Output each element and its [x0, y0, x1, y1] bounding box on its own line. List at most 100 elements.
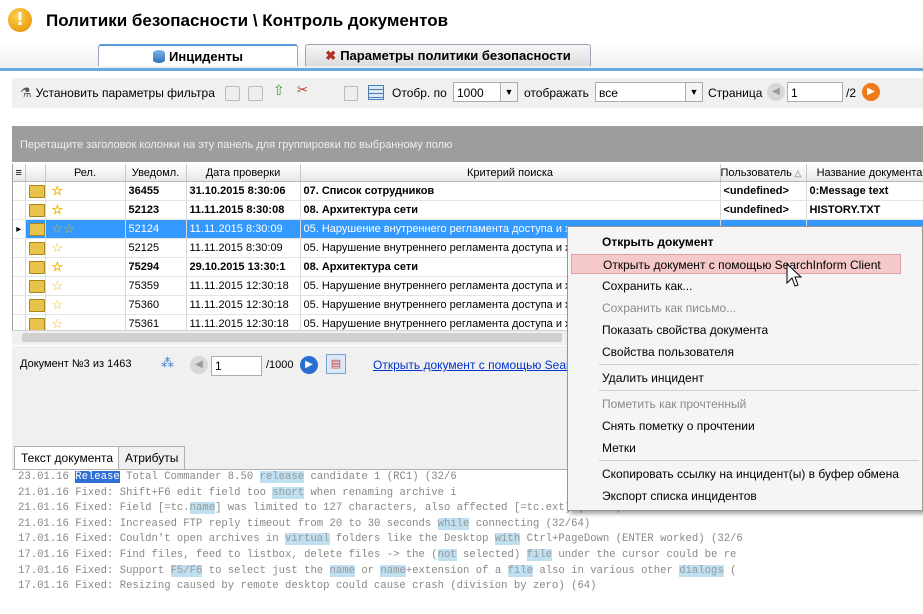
folder-icon — [25, 314, 46, 330]
menu-item[interactable]: Сохранить как... — [571, 276, 901, 296]
header-user[interactable]: Пользователь △ — [720, 164, 807, 182]
menu-item[interactable]: Открыть документ — [571, 232, 901, 252]
page-input[interactable]: 1 — [787, 82, 843, 102]
document-total: /1000 — [266, 359, 294, 371]
relevance-cell: ☆ — [45, 314, 126, 330]
set-filter-label: Установить параметры фильтра — [35, 86, 215, 100]
clear-filter-icon[interactable]: ✂ — [297, 82, 308, 98]
folder-icon — [25, 200, 46, 220]
table-row[interactable]: ☆ 52123 11.11.2015 8:30:08 08. Архитектура … — [13, 200, 923, 220]
prev-page-icon[interactable]: ◀ — [767, 83, 785, 101]
date-cell: 11.11.2015 8:30:09 — [186, 219, 301, 239]
document-name-cell-value: 0:Message text — [809, 185, 889, 197]
date-cell-value: 11.11.2015 12:30:18 — [189, 280, 289, 292]
header-search-criterion[interactable]: Критерий поиска — [300, 164, 721, 182]
group-icon[interactable]: ⁂ — [161, 355, 174, 371]
menu-item[interactable]: Экспорт списка инцидентов — [571, 486, 901, 506]
table-row[interactable]: ☆ 36455 31.10.2015 8:30:06 07. Список сотру… — [13, 181, 923, 201]
relevance-cell: ☆ — [45, 276, 126, 296]
folder-icon — [25, 181, 46, 201]
row-indicator: ▸ — [13, 219, 26, 239]
relevance-cell: ☆ — [45, 238, 126, 258]
column-chooser-icon[interactable]: ≡ — [13, 164, 26, 182]
date-cell: 31.10.2015 8:30:06 — [186, 181, 301, 201]
document-name-cell-value: HISTORY.TXT — [809, 204, 881, 216]
next-page-icon[interactable]: ▶ — [862, 83, 880, 101]
page-total: /2 — [846, 86, 857, 100]
notification-cell: 75294 — [125, 257, 187, 277]
notification-cell: 75360 — [125, 295, 187, 315]
load-filter-icon[interactable] — [225, 86, 240, 101]
chevron-down-icon: ▼ — [685, 83, 702, 101]
tab-attributes[interactable]: Атрибуты — [118, 446, 186, 469]
folder-icon — [25, 276, 46, 296]
header-relevance[interactable]: Рел. — [45, 164, 126, 182]
criterion-cell: 08. Архитектура сети — [300, 200, 721, 220]
document-text-line: 17.01.16 Fixed: Resizing caused by remot… — [18, 580, 597, 593]
set-filter-button[interactable]: ⚗ Установить параметры фильтра — [20, 83, 215, 103]
table-view-icon[interactable] — [368, 85, 384, 100]
document-number-input[interactable]: 1 — [211, 356, 262, 376]
folder-icon — [28, 241, 44, 255]
folder-icon — [25, 257, 46, 277]
criterion-cell-value: 05. Нарушение внутреннего регламента дос… — [303, 280, 577, 292]
menu-item: Пометить как прочтенный — [602, 397, 747, 411]
document-view-icon[interactable] — [344, 86, 358, 101]
notification-cell: 75361 — [125, 314, 187, 330]
menu-item[interactable]: Показать свойства документа — [571, 320, 901, 340]
criterion-cell-value: 08. Архитектура сети — [303, 204, 419, 216]
header-notification[interactable]: Уведомл. — [125, 164, 187, 182]
notification-cell: 36455 — [125, 181, 187, 201]
criterion-cell-value: 05. Нарушение внутреннего регламента дос… — [303, 242, 577, 254]
export-icon[interactable]: ⇧ — [273, 82, 285, 99]
relevance-cell-value: ☆ — [51, 258, 64, 274]
menu-item[interactable]: Свойства пользователя — [571, 342, 901, 362]
folder-icon — [28, 317, 44, 330]
tab-document-text[interactable]: Текст документа — [14, 446, 121, 469]
next-document-icon[interactable]: ▶ — [300, 356, 318, 374]
report-icon[interactable]: ▤ — [326, 354, 346, 374]
folder-icon — [25, 219, 46, 239]
date-cell-value: 11.11.2015 8:30:09 — [189, 223, 283, 235]
row-indicator — [13, 314, 26, 330]
date-cell: 11.11.2015 8:30:08 — [186, 200, 301, 220]
warning-icon: ! — [8, 8, 32, 32]
table-header-row: ≡ Рел. Уведомл. Дата проверки Критерий п… — [13, 164, 923, 182]
menu-item[interactable]: Открыть документ с помощью SearchInform … — [571, 254, 901, 274]
header-icon-column[interactable] — [25, 164, 46, 182]
relevance-cell: ☆ — [45, 257, 126, 277]
scrollbar-thumb[interactable] — [22, 333, 562, 342]
date-cell: 11.11.2015 12:30:18 — [186, 295, 301, 315]
menu-item[interactable]: Снять пометку о прочтении — [571, 416, 901, 436]
menu-item[interactable]: Метки — [571, 438, 901, 458]
row-indicator — [13, 200, 26, 220]
group-panel[interactable]: Перетащите заголовок колонки на эту пане… — [12, 126, 923, 162]
date-cell-value: 31.10.2015 8:30:06 — [189, 185, 286, 197]
tab-incidents[interactable]: Инциденты — [98, 44, 298, 66]
show-by-select[interactable]: 1000 ▼ — [453, 82, 518, 102]
group-panel-hint: Перетащите заголовок колонки на эту пане… — [20, 139, 453, 151]
display-select[interactable]: все ▼ — [595, 82, 703, 102]
prev-document-icon[interactable]: ◀ — [190, 356, 208, 374]
open-with-client-link[interactable]: Открыть документ с помощью Search — [373, 358, 583, 372]
notification-cell-value: 52125 — [128, 242, 160, 254]
page-input-value: 1 — [791, 86, 798, 100]
relevance-cell-value: ☆ — [51, 315, 64, 330]
date-cell-value: 11.11.2015 12:30:18 — [189, 299, 289, 311]
header-check-date[interactable]: Дата проверки — [186, 164, 301, 182]
save-filter-icon[interactable] — [248, 86, 263, 101]
document-text-line: 17.01.16 Fixed: Couldn't open archives i… — [18, 533, 743, 546]
chevron-down-icon: ▼ — [500, 83, 517, 101]
notification-cell-value: 75359 — [128, 280, 160, 292]
menu-item[interactable]: Удалить инцидент — [571, 368, 901, 388]
page-label: Страница — [708, 86, 763, 100]
tab-policy-settings[interactable]: ✖ Параметры политики безопасности — [305, 44, 591, 66]
date-cell: 11.11.2015 12:30:18 — [186, 276, 301, 296]
show-by-label: Отобр. по — [392, 86, 447, 100]
document-name-cell: 0:Message text — [806, 181, 923, 201]
header-document-name[interactable]: Название документа — [806, 164, 923, 182]
user-cell-value: <undefined> — [723, 204, 789, 216]
menu-separator — [599, 460, 919, 461]
menu-item[interactable]: Скопировать ссылку на инцидент(ы) в буфе… — [571, 464, 901, 484]
horizontal-scrollbar[interactable] — [12, 330, 568, 345]
